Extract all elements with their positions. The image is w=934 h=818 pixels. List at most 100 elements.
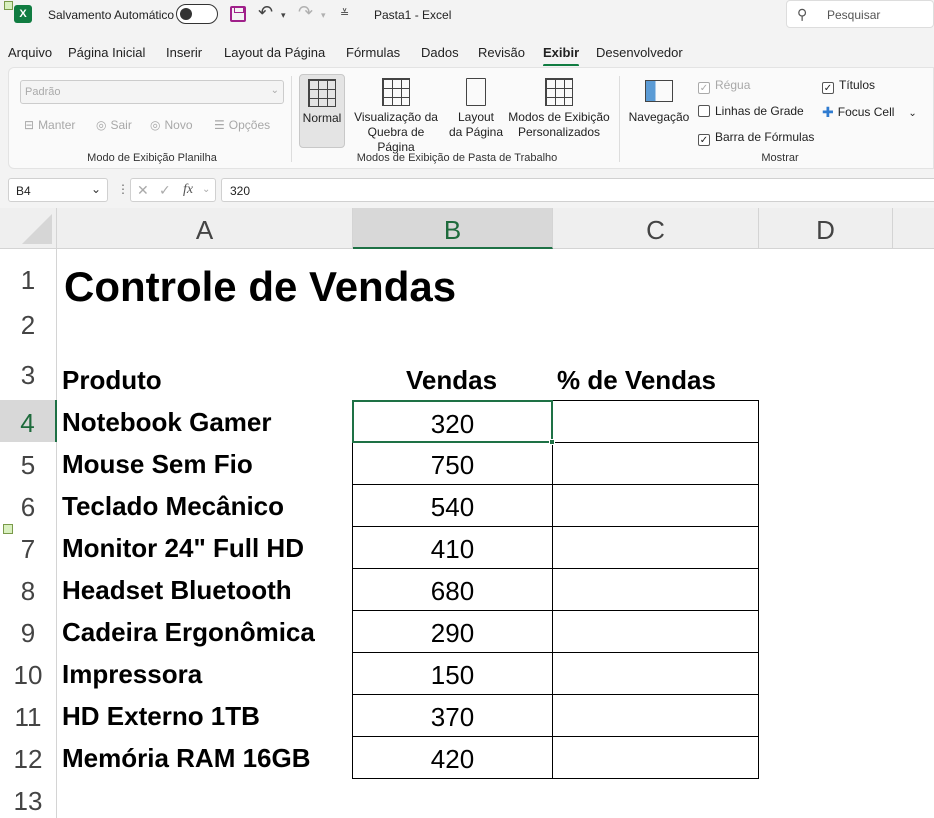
tab-arquivo[interactable]: Arquivo bbox=[8, 45, 52, 60]
custom-views-label-2: Personalizados bbox=[517, 125, 601, 139]
row-header-11[interactable]: 11 bbox=[0, 694, 57, 736]
eye-icon: ◎ bbox=[96, 118, 107, 132]
sales-cell[interactable]: 370 bbox=[352, 694, 553, 737]
header-produto[interactable]: Produto bbox=[62, 365, 162, 396]
header-pct-vendas[interactable]: % de Vendas bbox=[557, 365, 716, 396]
tab-inserir[interactable]: Inserir bbox=[166, 45, 202, 60]
tab-layout-pagina[interactable]: Layout da Página bbox=[224, 45, 325, 60]
search-icon: ⚲ bbox=[797, 6, 808, 22]
autosave-toggle[interactable] bbox=[176, 4, 218, 24]
sales-cell[interactable]: 420 bbox=[352, 736, 553, 779]
pct-cell[interactable] bbox=[552, 442, 759, 485]
column-header-b[interactable]: B bbox=[353, 208, 553, 249]
pct-cell[interactable] bbox=[552, 484, 759, 527]
formula-bar-label: Barra de Fórmulas bbox=[715, 130, 815, 144]
worksheet-grid[interactable]: A B C D 1 2 3 4 5 6 7 8 9 10 11 12 13 Co… bbox=[0, 208, 934, 818]
options-button[interactable]: ☰ Opções bbox=[214, 118, 270, 132]
undo-dropdown-icon[interactable]: ▾ bbox=[281, 10, 286, 21]
headings-checkbox[interactable]: ✓ Títulos bbox=[822, 78, 875, 94]
row-header-1[interactable]: 1 bbox=[0, 249, 57, 303]
row-header-12[interactable]: 12 bbox=[0, 736, 57, 778]
checkbox-empty-icon bbox=[698, 105, 710, 117]
normal-view-button[interactable]: Normal bbox=[299, 74, 345, 148]
tab-exibir[interactable]: Exibir bbox=[543, 45, 580, 67]
sales-cell[interactable]: 290 bbox=[352, 610, 553, 653]
pct-cell[interactable] bbox=[552, 652, 759, 695]
row-header-9[interactable]: 9 bbox=[0, 610, 57, 652]
redo-icon[interactable]: ↷ bbox=[298, 2, 313, 23]
keep-icon: ⊟ bbox=[24, 118, 35, 132]
tab-pagina-inicial[interactable]: Página Inicial bbox=[68, 45, 145, 60]
gridlines-label: Linhas de Grade bbox=[715, 104, 804, 118]
ribbon-divider bbox=[291, 76, 292, 162]
row-header-2[interactable]: 2 bbox=[0, 303, 57, 343]
tab-formulas[interactable]: Fórmulas bbox=[346, 45, 400, 60]
new-button[interactable]: ◎ Novo bbox=[150, 118, 193, 132]
product-cell[interactable]: Monitor 24" Full HD bbox=[62, 533, 304, 564]
product-cell[interactable]: HD Externo 1TB bbox=[62, 701, 260, 732]
undo-icon[interactable]: ↶ bbox=[258, 2, 273, 23]
focus-cell-button[interactable]: ✚ Focus Cell ⌄ bbox=[822, 104, 917, 121]
cancel-icon[interactable]: ✕ bbox=[137, 182, 149, 199]
pct-cell[interactable] bbox=[552, 526, 759, 569]
column-header-a[interactable]: A bbox=[57, 208, 353, 249]
sales-cell[interactable]: 410 bbox=[352, 526, 553, 569]
more-options-icon[interactable]: ⋮ bbox=[117, 182, 129, 196]
tab-desenvolvedor[interactable]: Desenvolvedor bbox=[596, 45, 683, 60]
name-box[interactable]: B4 ⌄ bbox=[8, 178, 108, 202]
row-header-6[interactable]: 6 bbox=[0, 484, 57, 526]
gridlines-checkbox[interactable]: Linhas de Grade bbox=[698, 104, 804, 118]
ruler-checkbox[interactable]: ✓ Régua bbox=[698, 78, 750, 94]
customize-toolbar-icon[interactable]: ≚ bbox=[340, 7, 349, 20]
sales-cell[interactable]: 540 bbox=[352, 484, 553, 527]
sheet-view-select[interactable]: Padrão ⌄ bbox=[20, 80, 284, 104]
column-header-d[interactable]: D bbox=[759, 208, 893, 249]
redo-dropdown-icon[interactable]: ▾ bbox=[321, 10, 326, 21]
sheet-title-cell[interactable]: Controle de Vendas bbox=[64, 263, 456, 311]
save-icon[interactable] bbox=[230, 6, 246, 22]
tab-revisao[interactable]: Revisão bbox=[478, 45, 525, 60]
pct-cell[interactable] bbox=[552, 568, 759, 611]
formula-input[interactable]: 320 bbox=[221, 178, 934, 202]
fill-handle[interactable] bbox=[549, 439, 555, 445]
sales-cell[interactable]: 750 bbox=[352, 442, 553, 485]
page-layout-view-button[interactable]: Layout da Página bbox=[448, 74, 504, 148]
column-header-c[interactable]: C bbox=[553, 208, 759, 249]
page-break-preview-button[interactable]: Visualização da Quebra de Página bbox=[348, 74, 444, 154]
row-header-8[interactable]: 8 bbox=[0, 568, 57, 610]
product-cell[interactable]: Teclado Mecânico bbox=[62, 491, 284, 522]
row-header-3[interactable]: 3 bbox=[0, 343, 57, 400]
product-cell[interactable]: Memória RAM 16GB bbox=[62, 743, 311, 774]
product-cell[interactable]: Impressora bbox=[62, 659, 202, 690]
page-break-label-2: Quebra de Página bbox=[367, 125, 425, 154]
search-box[interactable]: ⚲ Pesquisar bbox=[786, 0, 934, 28]
select-all-button[interactable] bbox=[0, 208, 57, 249]
pct-cell[interactable] bbox=[552, 400, 759, 443]
pct-cell[interactable] bbox=[552, 694, 759, 737]
row-header-4[interactable]: 4 bbox=[0, 400, 57, 442]
column-header-e[interactable] bbox=[893, 208, 934, 249]
product-cell[interactable]: Cadeira Ergonômica bbox=[62, 617, 315, 648]
row-header-10[interactable]: 10 bbox=[0, 652, 57, 694]
tab-dados[interactable]: Dados bbox=[421, 45, 459, 60]
chevron-down-icon[interactable]: ⌄ bbox=[908, 108, 916, 119]
sales-cell[interactable]: 680 bbox=[352, 568, 553, 611]
row-header-13[interactable]: 13 bbox=[0, 778, 57, 818]
product-cell[interactable]: Mouse Sem Fio bbox=[62, 449, 253, 480]
product-cell[interactable]: Notebook Gamer bbox=[62, 407, 272, 438]
sales-cell[interactable]: 150 bbox=[352, 652, 553, 695]
header-vendas[interactable]: Vendas bbox=[406, 365, 497, 396]
exit-button[interactable]: ◎ Sair bbox=[96, 118, 132, 132]
row-header-5[interactable]: 5 bbox=[0, 442, 57, 484]
custom-views-button[interactable]: Modos de Exibição Personalizados bbox=[507, 74, 611, 148]
keep-button[interactable]: ⊟ Manter bbox=[24, 118, 75, 132]
sales-cell-active[interactable]: 320 bbox=[352, 400, 553, 443]
chevron-down-icon[interactable]: ⌄ bbox=[202, 184, 210, 195]
product-cell[interactable]: Headset Bluetooth bbox=[62, 575, 292, 606]
formula-bar-checkbox[interactable]: ✓ Barra de Fórmulas bbox=[698, 130, 814, 146]
navigation-button[interactable]: Navegação bbox=[627, 74, 691, 134]
insert-function-icon[interactable]: fx bbox=[183, 182, 193, 198]
pct-cell[interactable] bbox=[552, 610, 759, 653]
confirm-icon[interactable]: ✓ bbox=[159, 182, 171, 199]
pct-cell[interactable] bbox=[552, 736, 759, 779]
